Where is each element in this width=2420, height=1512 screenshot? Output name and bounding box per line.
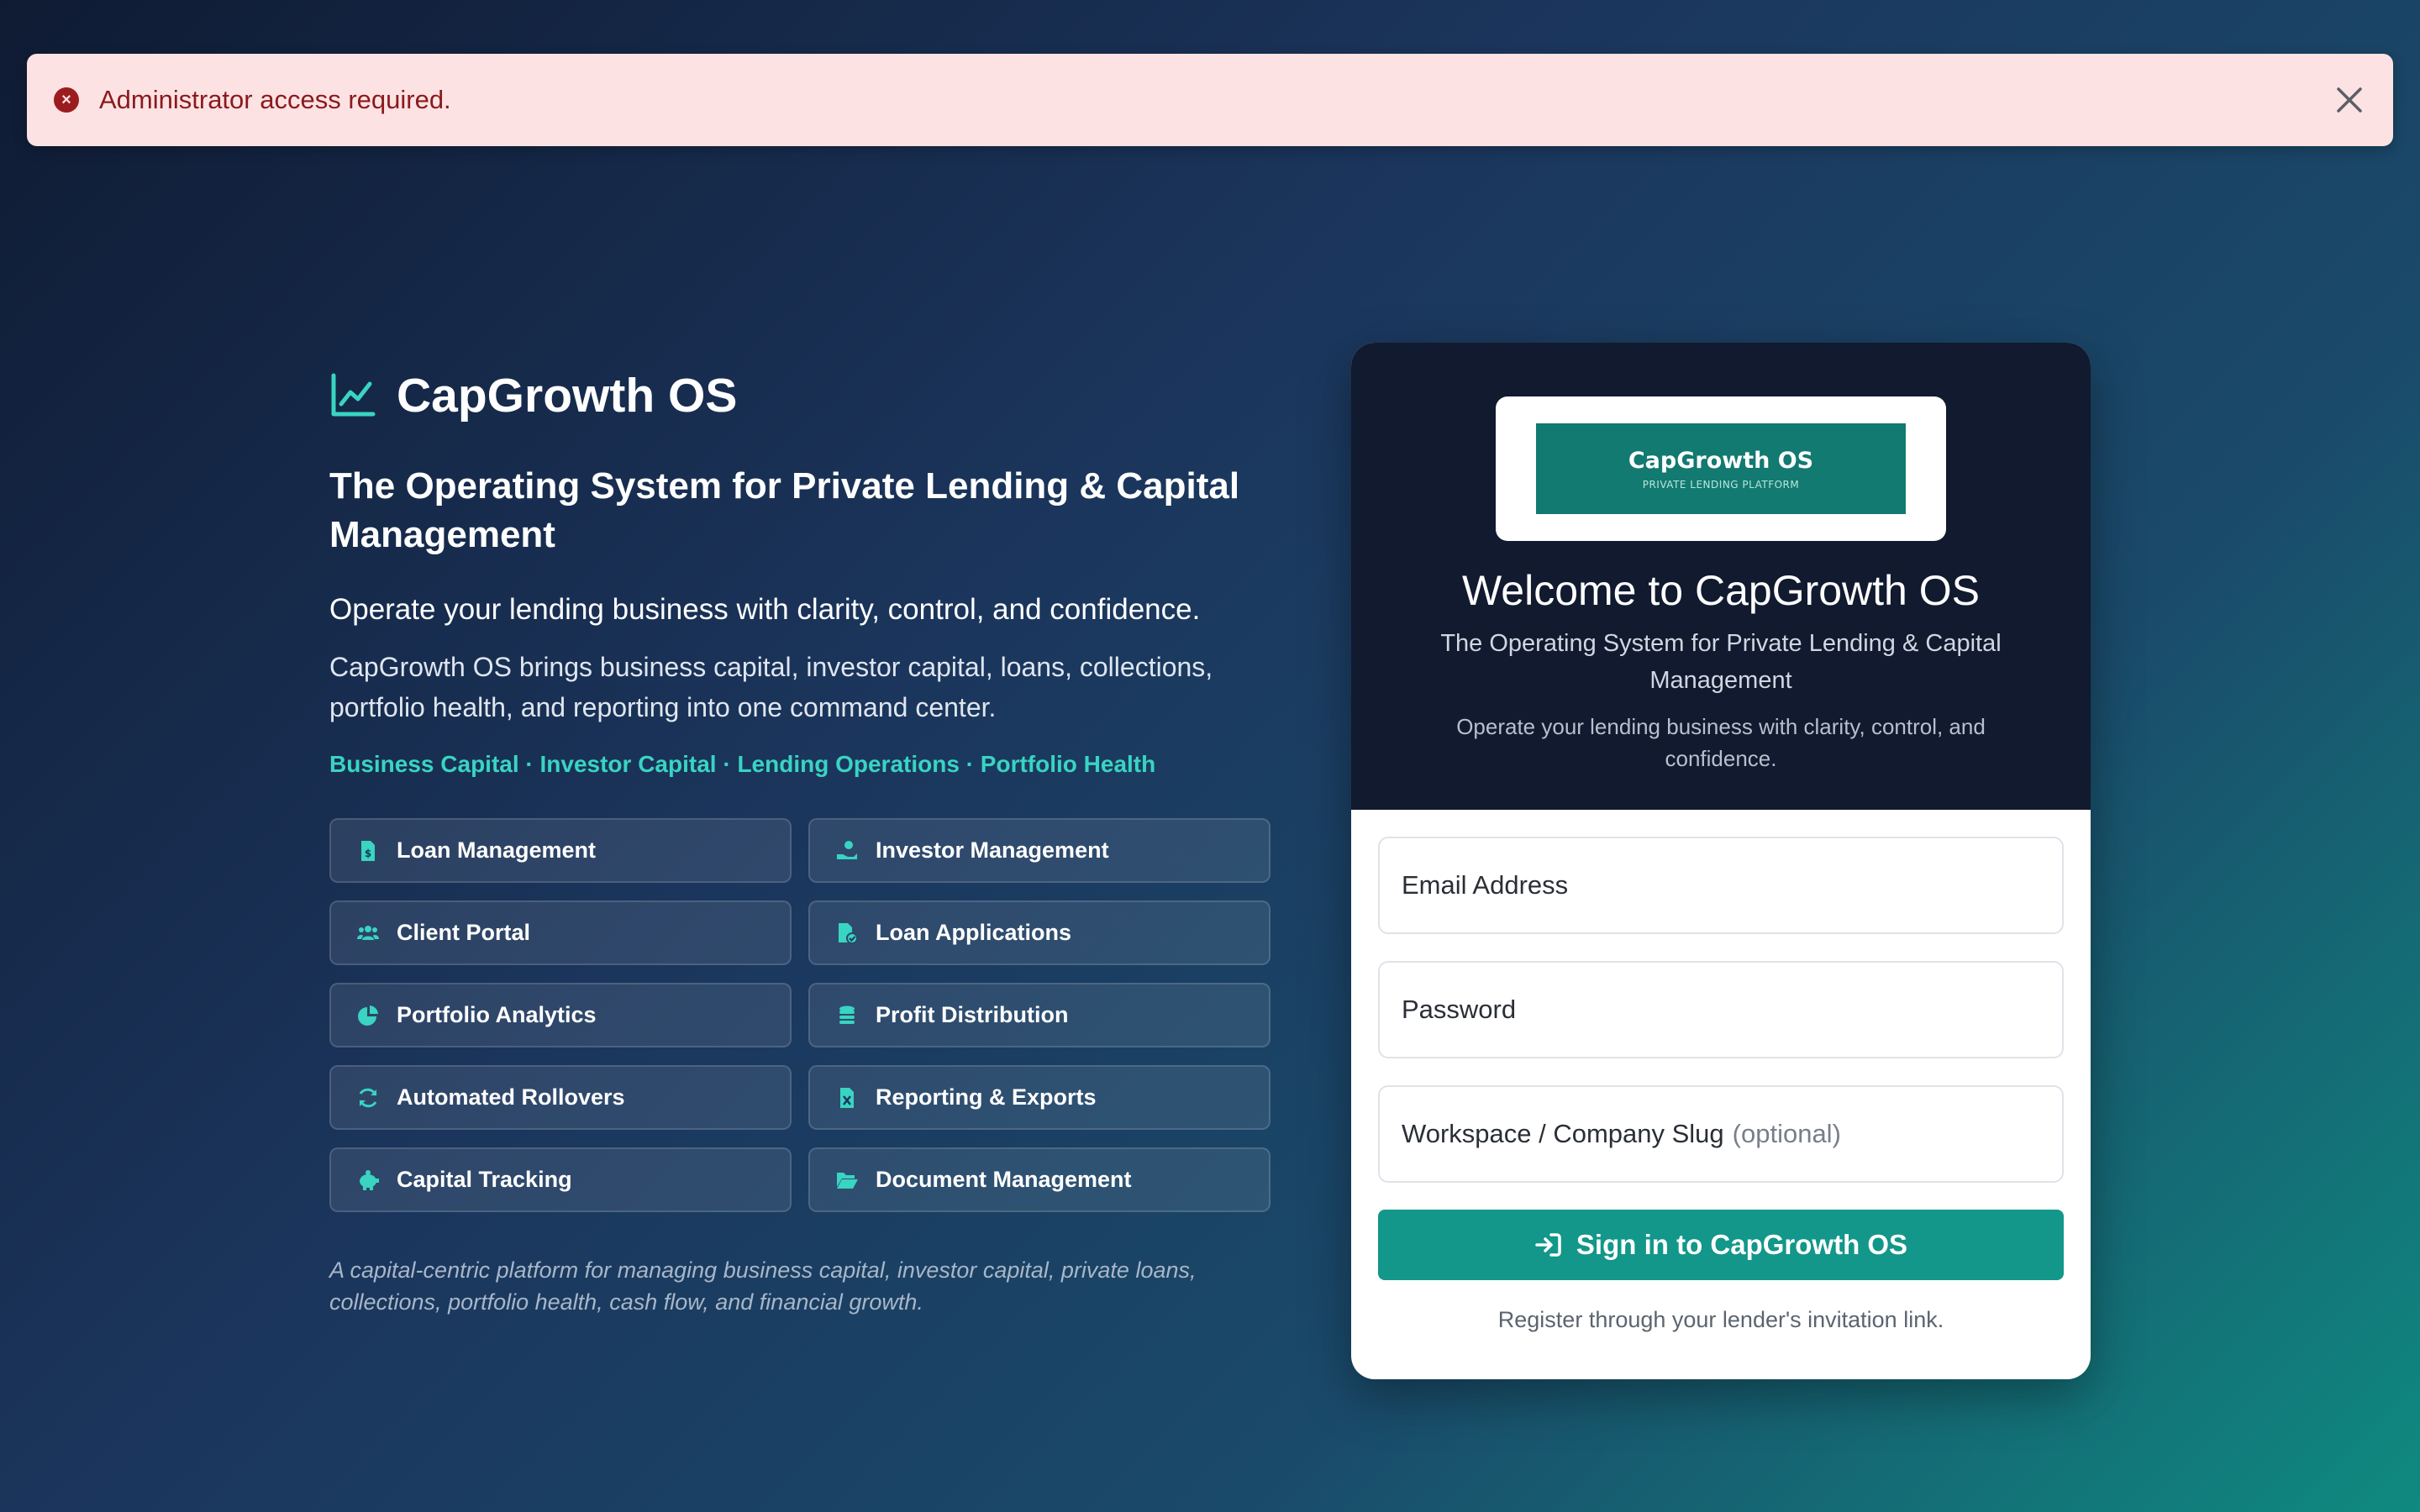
close-icon[interactable] xyxy=(2333,83,2366,117)
error-circle-icon: × xyxy=(54,87,79,113)
logo-subtitle: PRIVATE LENDING PLATFORM xyxy=(1642,478,1800,491)
feature-loan-management[interactable]: $ Loan Management xyxy=(329,818,792,883)
sign-in-icon xyxy=(1535,1233,1561,1257)
card-subtitle: The Operating System for Private Lending… xyxy=(1440,630,2002,694)
feature-capital-tracking[interactable]: Capital Tracking xyxy=(329,1147,792,1212)
optional-hint: (optional) xyxy=(1732,1119,1841,1148)
logo: CapGrowth OS PRIVATE LENDING PLATFORM xyxy=(1496,396,1946,541)
file-excel-icon xyxy=(840,1087,854,1108)
file-check-icon xyxy=(839,922,858,944)
feature-client-portal[interactable]: Client Portal xyxy=(329,900,792,965)
sign-in-label: Sign in to CapGrowth OS xyxy=(1576,1229,1908,1260)
feature-document-management[interactable]: Document Management xyxy=(808,1147,1270,1212)
file-invoice-dollar-icon: $ xyxy=(361,840,375,861)
refresh-icon xyxy=(359,1088,377,1107)
email-field[interactable]: Email Address xyxy=(1378,837,2064,934)
login-card: CapGrowth OS PRIVATE LENDING PLATFORM We… xyxy=(1351,343,2091,1379)
feature-automated-rollovers[interactable]: Automated Rollovers xyxy=(329,1065,792,1130)
password-field[interactable]: Password xyxy=(1378,961,2064,1058)
workspace-field[interactable]: Workspace / Company Slug (optional) xyxy=(1378,1085,2064,1183)
brand: CapGrowth OS xyxy=(329,366,1287,425)
email-placeholder: Email Address xyxy=(1402,870,1569,900)
welcome-title: Welcome to CapGrowth OS xyxy=(1462,567,1980,614)
hero-section: CapGrowth OS The Operating System for Pr… xyxy=(329,366,1287,1318)
hero-tagline: A capital-centric platform for managing … xyxy=(329,1257,1197,1315)
feature-loan-applications[interactable]: Loan Applications xyxy=(808,900,1270,965)
alert-message: Administrator access required. xyxy=(99,85,451,114)
error-alert: × Administrator access required. xyxy=(27,54,2393,146)
password-placeholder: Password xyxy=(1402,995,1517,1024)
workspace-placeholder: Workspace / Company Slug xyxy=(1402,1119,1724,1148)
feature-grid: $ Loan Management Investor Management Cl… xyxy=(329,818,1287,1212)
brand-name: CapGrowth OS xyxy=(397,369,738,423)
logo-title: CapGrowth OS xyxy=(1628,447,1814,474)
coins-icon xyxy=(839,1005,855,1024)
pie-chart-icon xyxy=(358,1005,378,1026)
hero-tags: Business Capital · Investor Capital · Le… xyxy=(329,751,1156,777)
feature-profit-distribution[interactable]: Profit Distribution xyxy=(808,983,1270,1047)
sign-in-button[interactable]: Sign in to CapGrowth OS xyxy=(1378,1210,2064,1280)
feature-reporting-exports[interactable]: Reporting & Exports xyxy=(808,1065,1270,1130)
hero-description: CapGrowth OS brings business capital, in… xyxy=(329,652,1213,722)
logo-badge: CapGrowth OS PRIVATE LENDING PLATFORM xyxy=(1536,423,1906,514)
users-icon xyxy=(357,925,379,940)
svg-text:$: $ xyxy=(365,848,371,859)
feature-portfolio-analytics[interactable]: Portfolio Analytics xyxy=(329,983,792,1047)
feature-investor-management[interactable]: Investor Management xyxy=(808,818,1270,883)
card-header: CapGrowth OS PRIVATE LENDING PLATFORM We… xyxy=(1351,343,2091,810)
folder-open-icon xyxy=(837,1172,858,1189)
login-form: Email Address Password Workspace / Compa… xyxy=(1351,810,2091,1333)
hero-subhead: Operate your lending business with clari… xyxy=(329,593,1201,626)
piggy-bank-icon xyxy=(360,1169,379,1190)
hero-headline: The Operating System for Private Lending… xyxy=(329,465,1240,555)
chart-line-icon xyxy=(331,373,376,417)
card-description: Operate your lending business with clari… xyxy=(1456,714,1986,771)
register-note: Register through your lender's invitatio… xyxy=(1497,1307,1944,1332)
hand-holding-dollar-icon xyxy=(837,840,857,859)
